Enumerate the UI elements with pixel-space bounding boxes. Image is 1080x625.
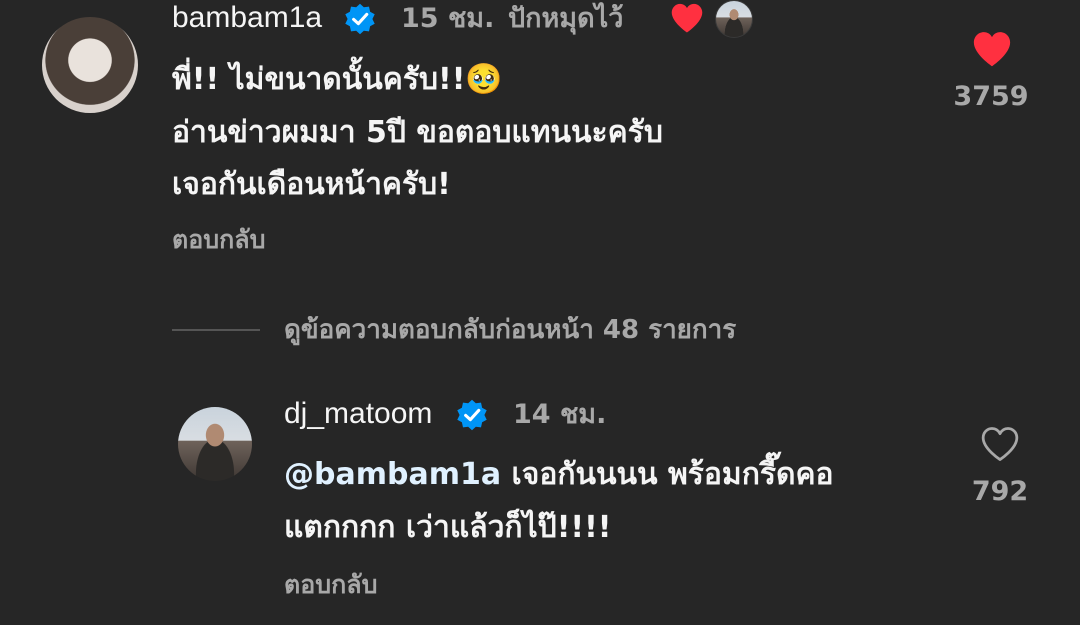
comment-timestamp: 15 ชม.	[401, 3, 495, 34]
view-previous-replies-button[interactable]: ดูข้อความตอบกลับก่อนหน้า 48 รายการ	[284, 313, 736, 347]
comment-reply-button[interactable]: ตอบกลับ	[172, 224, 265, 256]
replies-divider	[172, 329, 260, 331]
reply-username[interactable]: dj_matoom	[284, 396, 432, 432]
reply-text-line-1: @bambam1a เจอกันนนน พร้อมกรี๊ดคอ	[284, 450, 834, 500]
mention-link[interactable]: @bambam1a	[284, 457, 501, 492]
verified-badge-icon	[345, 3, 375, 35]
reply-text-line-2: แตกกกก เว่าแล้วก็ไป๊!!!!	[284, 510, 612, 545]
reply-text-line-1-rest: เจอกันนนน พร้อมกรี๊ดคอ	[501, 457, 834, 492]
comment-username[interactable]: bambam1a	[172, 0, 322, 36]
avatar-bambam1a[interactable]	[42, 17, 138, 113]
creator-liked-heart-icon	[671, 3, 703, 33]
verified-badge-icon	[457, 399, 487, 431]
comments-panel: bambam1a 15 ชม. ปักหมุดไว้ พี่!! ไม่ขนาด…	[0, 0, 1080, 625]
comment-text-line-2: อ่านข่าวผมมา 5ปี ขอตอบแทนนะครับ	[172, 115, 663, 150]
comment-like-heart-icon[interactable]	[971, 30, 1013, 68]
avatar-dj-matoom[interactable]	[178, 407, 252, 481]
reply-reply-button[interactable]: ตอบกลับ	[284, 569, 377, 601]
comment-text-line-3: เจอกันเดือนหน้าครับ!	[172, 167, 451, 202]
reply-like-count: 792	[971, 476, 1029, 507]
reply-timestamp: 14 ชม.	[513, 399, 607, 430]
reply-like-heart-outline-icon[interactable]	[979, 425, 1021, 463]
comment-like-count: 3759	[953, 81, 1029, 112]
comment-text-line-1: พี่!! ไม่ขนาดนั้นครับ!!🥹	[172, 62, 503, 97]
creator-avatar-mini	[715, 0, 753, 38]
pinned-label: ปักหมุดไว้	[508, 3, 624, 34]
